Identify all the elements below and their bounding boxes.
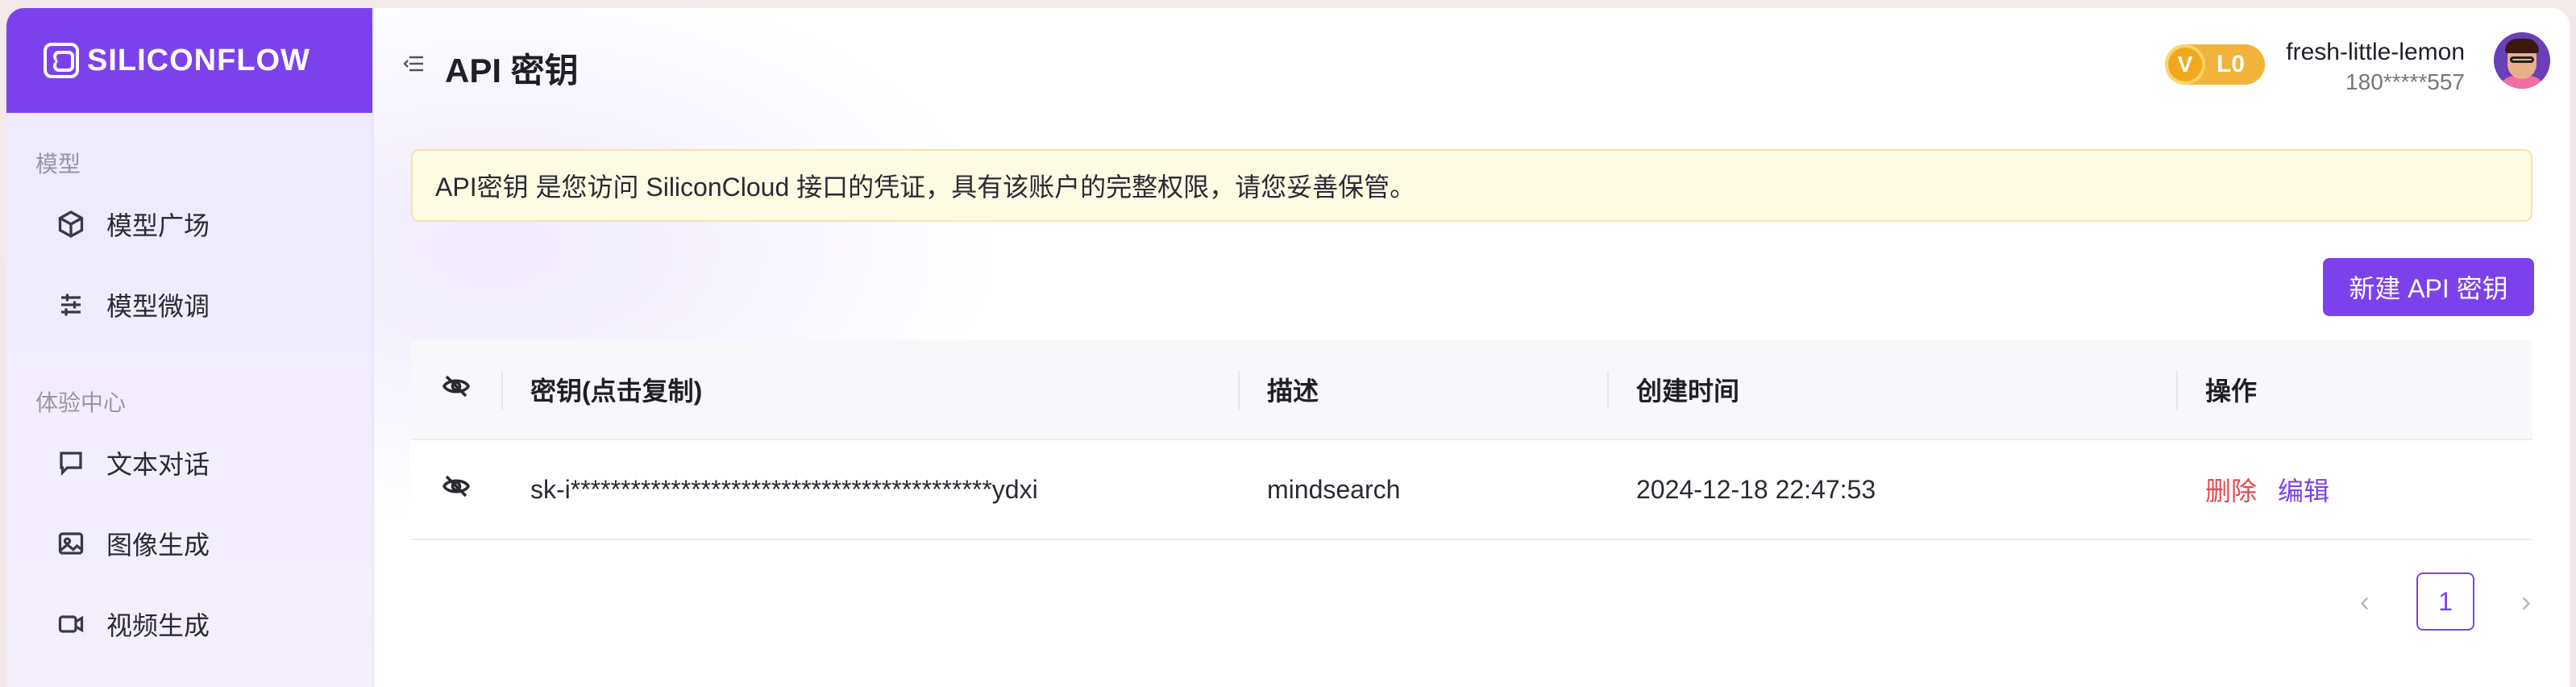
- sidebar-item-model-square[interactable]: 模型广场: [6, 184, 372, 264]
- page-number-button[interactable]: 1: [2416, 572, 2474, 631]
- sidebar-item-image-gen[interactable]: 图像生成: [6, 503, 372, 584]
- main-content: API 密钥 V L0 fresh-little-lemon 180*****5…: [374, 8, 2570, 687]
- collapse-sidebar-icon[interactable]: [403, 55, 424, 73]
- image-icon: [55, 527, 87, 560]
- brand-logo[interactable]: SILICONFLOW: [6, 8, 372, 113]
- sidebar-item-label: 视频生成: [106, 611, 210, 640]
- cube-icon: [55, 208, 87, 240]
- sidebar-item-label: 文本对话: [106, 450, 210, 479]
- key-description: mindsearch: [1267, 474, 1401, 504]
- table-row: sk-i************************************…: [411, 440, 2532, 540]
- key-created-time: 2024-12-18 22:47:53: [1636, 474, 1876, 504]
- sidebar-item-label: 模型微调: [106, 292, 210, 321]
- chat-icon: [55, 447, 87, 479]
- toggle-visibility-icon[interactable]: [442, 372, 471, 407]
- sidebar-item-label: 图像生成: [106, 531, 210, 560]
- edit-link[interactable]: 编辑: [2278, 471, 2329, 508]
- video-icon: [55, 608, 87, 640]
- page-title: API 密钥: [445, 52, 579, 90]
- table-header: 密钥(点击复制) 描述 创建时间 操作: [411, 340, 2532, 440]
- api-key-value[interactable]: sk-i************************************…: [501, 440, 1238, 539]
- app-window: SILICONFLOW 模型 模型广场 模型微调 体验中心 文本对话 图像生成 …: [6, 8, 2570, 687]
- sliders-icon: [55, 289, 87, 321]
- avatar[interactable]: [2494, 32, 2550, 89]
- siliconflow-logo-icon: [44, 43, 79, 78]
- api-key-notice: API密钥 是您访问 SiliconCloud 接口的凭证，具有该账户的完整权限…: [411, 149, 2532, 222]
- next-page-button[interactable]: ›: [2502, 572, 2550, 631]
- new-api-key-button[interactable]: 新建 API 密钥: [2323, 258, 2534, 316]
- nav-section-models: 模型: [35, 152, 81, 177]
- header: API 密钥 V L0 fresh-little-lemon 180*****5…: [374, 8, 2570, 113]
- level-badge[interactable]: V L0: [2165, 44, 2265, 85]
- delete-link[interactable]: 删除: [2205, 471, 2257, 508]
- sidebar-item-label: 模型广场: [106, 211, 210, 240]
- nav-section-playground: 体验中心: [35, 390, 127, 415]
- sidebar-item-text-chat[interactable]: 文本对话: [6, 423, 372, 503]
- column-description: 描述: [1238, 340, 1607, 439]
- sidebar: SILICONFLOW 模型 模型广场 模型微调 体验中心 文本对话 图像生成 …: [6, 8, 374, 687]
- user-phone: 180*****557: [2345, 69, 2465, 94]
- toggle-key-visibility-icon[interactable]: [442, 472, 471, 507]
- pagination: ‹ 1 ›: [2341, 572, 2550, 631]
- user-name: fresh-little-lemon: [2286, 39, 2465, 65]
- column-key: 密钥(点击复制): [501, 340, 1238, 439]
- row-actions: 删除 编辑: [2176, 440, 2532, 539]
- brand-name: SILICONFLOW: [87, 43, 310, 77]
- level-label: L0: [2217, 51, 2246, 77]
- vip-icon: V: [2165, 44, 2205, 85]
- api-keys-table: 密钥(点击复制) 描述 创建时间 操作 sk-i****************…: [411, 340, 2532, 540]
- column-created: 创建时间: [1607, 340, 2176, 439]
- prev-page-button[interactable]: ‹: [2341, 572, 2389, 631]
- sidebar-item-video-gen[interactable]: 视频生成: [6, 584, 372, 664]
- column-actions: 操作: [2176, 340, 2532, 439]
- sidebar-item-fine-tune[interactable]: 模型微调: [6, 264, 372, 345]
